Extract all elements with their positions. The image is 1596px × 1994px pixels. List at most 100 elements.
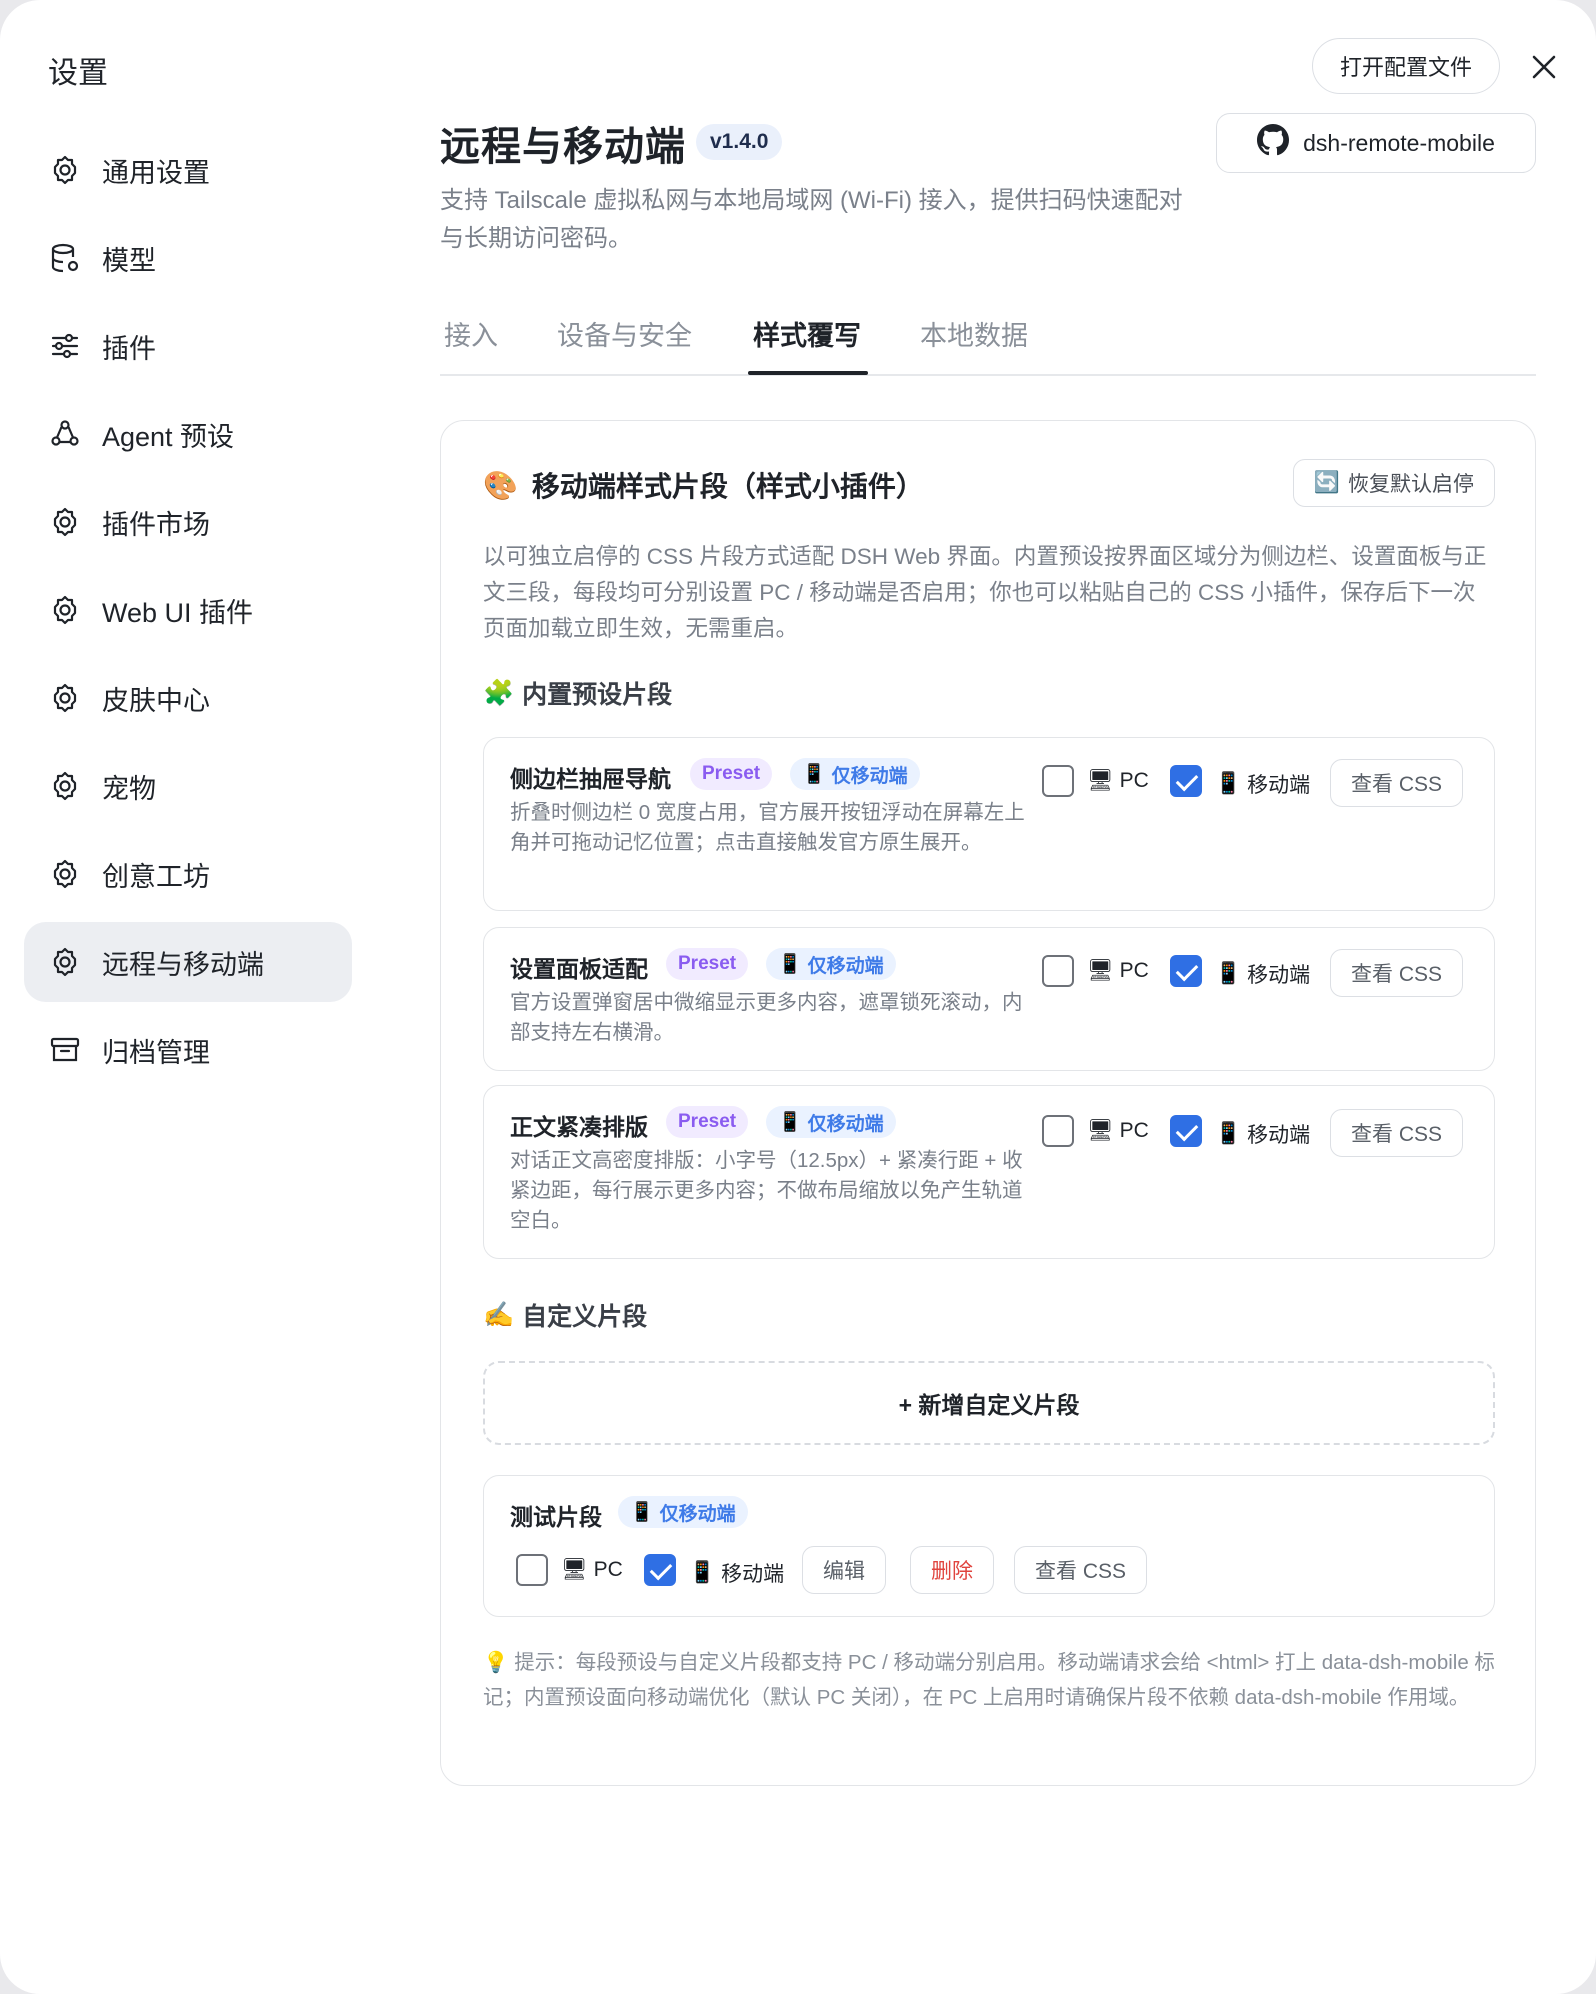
snippet-description: 对话正文高密度排版：小字号（12.5px）+ 紧凑行距 + 收紧边距，每行展示更… [510, 1149, 1023, 1232]
tab-device-security[interactable]: 设备与安全 [557, 314, 692, 353]
sidebar-item-general[interactable]: 通用设置 [24, 130, 352, 210]
pc-checkbox[interactable] [1042, 765, 1074, 797]
mobile-label: 📱 移动端 [1215, 769, 1310, 799]
delete-button[interactable]: 删除 [910, 1546, 994, 1594]
phone-icon: 📱 [1215, 962, 1242, 985]
database-gear-icon [48, 241, 82, 275]
view-css-button[interactable]: 查看 CSS [1014, 1546, 1148, 1594]
tab-style-override[interactable]: 样式覆写 [753, 314, 861, 353]
sidebar-item-agent-presets[interactable]: Agent 预设 [24, 394, 352, 474]
window-title: 设置 [48, 57, 108, 90]
sidebar-item-workshop[interactable]: 创意工坊 [24, 834, 352, 914]
snippet-name: 设置面板适配 [510, 956, 648, 982]
agent-nodes-icon [48, 417, 82, 451]
gear-icon [48, 769, 82, 803]
snippet-name: 正文紧凑排版 [510, 1114, 648, 1140]
sidebar-item-skins[interactable]: 皮肤中心 [24, 658, 352, 738]
puzzle-icon: 🧩 [483, 678, 515, 707]
sidebar-item-plugins[interactable]: 插件 [24, 306, 352, 386]
sidebar-item-archive[interactable]: 归档管理 [24, 1010, 352, 1090]
custom-snippets-heading: ✍️ 自定义片段 [483, 1297, 647, 1333]
mobile-label: 📱 移动端 [1215, 959, 1310, 989]
open-config-button[interactable]: 打开配置文件 [1312, 38, 1500, 94]
mobile-only-label: 仅移动端 [659, 1503, 736, 1525]
tab-connect[interactable]: 接入 [444, 314, 498, 353]
pc-checkbox[interactable] [516, 1554, 548, 1586]
mobile-label-text: 移动端 [1247, 1124, 1311, 1147]
section-title-text: 移动端样式片段（样式小插件） [531, 471, 924, 502]
gear-icon [48, 505, 82, 539]
reset-defaults-button[interactable]: 🔄 恢复默认启停 [1292, 459, 1495, 507]
pc-label: 🖥 PC [561, 1558, 623, 1582]
snippet-description: 官方设置弹窗居中微缩显示更多内容，遮罩锁死滚动，内部支持左右横滑。 [510, 991, 1023, 1044]
mobile-checkbox[interactable] [1170, 765, 1202, 797]
version-badge: v1.4.0 [696, 124, 783, 160]
pc-label-text: PC [1119, 769, 1149, 792]
writing-hand-icon: ✍️ [483, 1300, 515, 1329]
tab-local-data[interactable]: 本地数据 [920, 314, 1028, 353]
section-title: 🎨 移动端样式片段（样式小插件） [483, 465, 924, 505]
reset-label: 恢复默认启停 [1348, 473, 1474, 496]
mobile-label-text: 移动端 [721, 1563, 785, 1586]
mobile-checkbox[interactable] [1170, 1115, 1202, 1147]
preset-tag: Preset [690, 758, 773, 790]
pc-label-text: PC [1119, 1119, 1149, 1142]
add-custom-snippet-button[interactable]: + 新增自定义片段 [483, 1361, 1495, 1445]
mobile-only-tag: 📱 仅移动端 [618, 1496, 748, 1528]
view-css-button[interactable]: 查看 CSS [1330, 759, 1464, 807]
preset-tag: Preset [666, 948, 749, 980]
sidebar-item-label: 归档管理 [102, 1037, 210, 1068]
mobile-only-label: 仅移动端 [807, 1113, 884, 1135]
preset-tag: Preset [666, 1106, 749, 1138]
sidebar-item-plugin-market[interactable]: 插件市场 [24, 482, 352, 562]
pc-label-text: PC [593, 1558, 623, 1581]
sidebar-item-label: 创意工坊 [102, 861, 210, 892]
sidebar: 通用设置 模型 插件 Agent 预设 插件市场 Web UI 插件 皮肤中心 [24, 130, 352, 1098]
sidebar-item-label: Web UI 插件 [102, 597, 254, 628]
view-css-button[interactable]: 查看 CSS [1330, 1109, 1464, 1157]
phone-icon: 📱 [778, 1112, 802, 1133]
gear-icon [48, 593, 82, 627]
repo-label: dsh-remote-mobile [1303, 129, 1495, 156]
preset-snippet: 正文紧凑排版 Preset 📱 仅移动端 对话正文高密度排版：小字号（12.5px… [483, 1085, 1495, 1259]
settings-window: 设置 打开配置文件 通用设置 模型 插件 Agent 预设 插件市场 Web U… [0, 0, 1596, 1994]
mobile-only-label: 仅移动端 [831, 765, 908, 787]
pc-checkbox[interactable] [1042, 955, 1074, 987]
close-icon[interactable] [1527, 50, 1561, 84]
tab-bar: 接入 设备与安全 样式覆写 本地数据 [440, 302, 1536, 376]
snippet-name: 测试片段 [510, 1504, 602, 1530]
edit-button[interactable]: 编辑 [802, 1546, 886, 1594]
repo-link-button[interactable]: dsh-remote-mobile [1216, 113, 1536, 173]
sidebar-item-models[interactable]: 模型 [24, 218, 352, 298]
monitor-icon: 🖥 [1087, 959, 1114, 982]
custom-snippet: 测试片段 📱 仅移动端 🖥 PC 📱 移动端 编辑 删除 查看 CSS [483, 1475, 1495, 1617]
style-snippets-card: 🎨 移动端样式片段（样式小插件） 🔄 恢复默认启停 以可独立启停的 CSS 片段… [440, 420, 1536, 1786]
mobile-checkbox[interactable] [1170, 955, 1202, 987]
tip-text: 💡 提示：每段预设与自定义片段都支持 PC / 移动端分别启用。移动端请求会给 … [483, 1651, 1495, 1709]
view-css-button[interactable]: 查看 CSS [1330, 949, 1464, 997]
sidebar-item-label: Agent 预设 [102, 421, 235, 452]
mobile-only-tag: 📱 仅移动端 [766, 948, 896, 980]
sidebar-item-remote-mobile[interactable]: 远程与移动端 [24, 922, 352, 1002]
active-tab-indicator [748, 371, 868, 375]
sidebar-item-webui-plugins[interactable]: Web UI 插件 [24, 570, 352, 650]
pc-checkbox[interactable] [1042, 1115, 1074, 1147]
pc-label: 🖥 PC [1087, 959, 1149, 983]
section-description: 以可独立启停的 CSS 片段方式适配 DSH Web 界面。内置预设按界面区域分… [483, 544, 1487, 641]
monitor-icon: 🖥 [1087, 1119, 1114, 1142]
phone-icon: 📱 [802, 764, 826, 785]
archive-icon [48, 1033, 82, 1067]
pc-label-text: PC [1119, 959, 1149, 982]
sidebar-item-label: 远程与移动端 [102, 949, 264, 980]
mobile-label-text: 移动端 [1247, 774, 1311, 797]
mobile-only-tag: 📱 仅移动端 [766, 1106, 896, 1138]
preset-snippet: 设置面板适配 Preset 📱 仅移动端 官方设置弹窗居中微缩显示更多内容，遮罩锁… [483, 927, 1495, 1071]
mobile-only-tag: 📱 仅移动端 [790, 758, 920, 790]
mobile-checkbox[interactable] [644, 1554, 676, 1586]
monitor-icon: 🖥 [561, 1558, 588, 1581]
preset-snippet: 侧边栏抽屉导航 Preset 📱 仅移动端 折叠时侧边栏 0 宽度占用，官方展开按… [483, 737, 1495, 911]
sidebar-item-pets[interactable]: 宠物 [24, 746, 352, 826]
phone-icon: 📱 [689, 1561, 716, 1584]
builtin-presets-heading: 🧩 内置预设片段 [483, 675, 672, 711]
sidebar-item-label: 宠物 [102, 773, 156, 804]
